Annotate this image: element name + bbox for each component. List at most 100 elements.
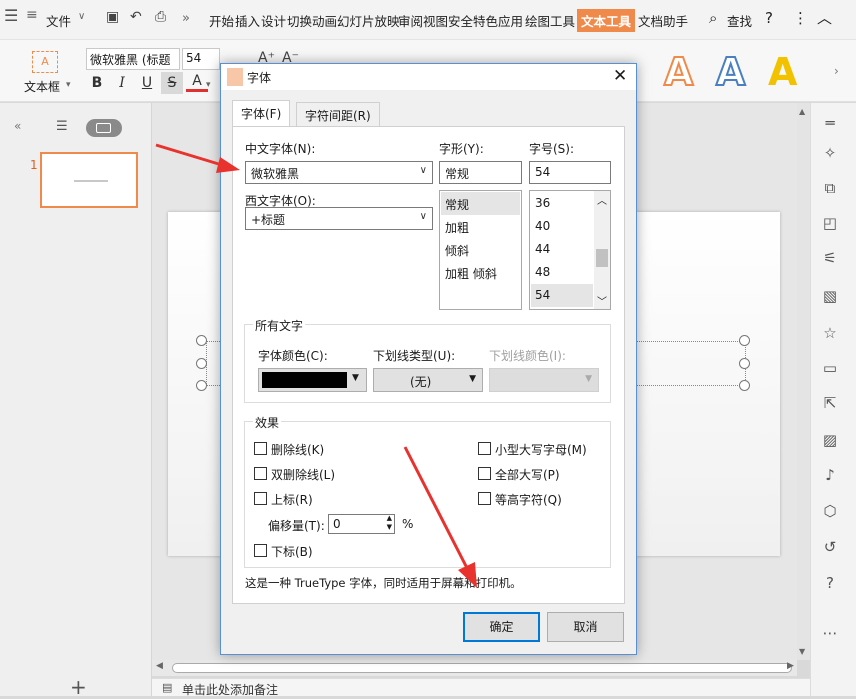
west-font-combo[interactable]: +标题 ∨ (245, 207, 433, 230)
tab-security[interactable]: 安全 (448, 11, 473, 30)
scroll-up-icon[interactable]: ▲ (799, 107, 805, 116)
style-input[interactable]: 常规 (439, 161, 522, 184)
collapse-panel-icon[interactable]: « (14, 119, 21, 133)
equal-height-checkbox[interactable] (478, 492, 491, 505)
scroll-left-icon[interactable]: ◀ (156, 661, 163, 671)
save-icon[interactable]: ▣ (106, 9, 119, 25)
spin-up-icon[interactable]: ▲ (387, 514, 392, 522)
tab-text-tools[interactable]: 文本工具 (577, 9, 636, 32)
bold-icon[interactable]: B (86, 72, 108, 94)
search-label[interactable]: 查找 (727, 11, 752, 30)
size-option[interactable]: 54 (531, 284, 593, 307)
add-slide-icon[interactable]: + (70, 675, 87, 699)
strikethrough-checkbox[interactable] (254, 442, 267, 455)
tab-drawing-tools[interactable]: 绘图工具 (525, 11, 575, 30)
size-option[interactable]: 36 (531, 192, 593, 215)
chevron-down-icon[interactable]: ▾ (66, 80, 71, 90)
menu-icon[interactable]: ☰ (4, 6, 18, 25)
style-option[interactable]: 加粗 (441, 215, 520, 238)
collapse-ribbon-icon[interactable]: ︿ (817, 7, 832, 28)
chevron-down-icon[interactable]: ∨ (78, 11, 85, 22)
close-icon[interactable]: ✕ (613, 66, 627, 86)
size-list[interactable]: 36 40 44 48 54 ︿ ﹀ (529, 190, 611, 310)
tab-view[interactable]: 视图 (423, 11, 448, 30)
horizontal-scrollbar[interactable]: ◀ ▶ (152, 660, 797, 676)
shape-icon[interactable]: ◰ (820, 213, 840, 233)
font-color-picker[interactable]: ▼ (258, 368, 367, 392)
small-caps-checkbox[interactable] (478, 442, 491, 455)
style-option[interactable]: 常规 (441, 192, 520, 215)
subscript-checkbox[interactable] (254, 544, 267, 557)
resize-handle[interactable] (196, 358, 207, 369)
tab-char-spacing[interactable]: 字符间距(R) (296, 102, 380, 126)
size-input[interactable]: 54 (529, 161, 611, 184)
spin-down-icon[interactable]: ▼ (387, 523, 392, 531)
underline-type-combo[interactable]: (无) ▼ (373, 368, 483, 392)
notes-bar[interactable]: ▤ 单击此处添加备注 (152, 678, 810, 697)
slide-thumbnail[interactable] (40, 152, 138, 208)
style-list[interactable]: 常规 加粗 倾斜 加粗 倾斜 (439, 190, 522, 310)
audio-icon[interactable]: ♪ (820, 465, 840, 485)
tab-design[interactable]: 设计 (261, 11, 286, 30)
image-gallery-icon[interactable]: ▧ (820, 286, 840, 306)
resize-handle[interactable] (196, 335, 207, 346)
more-icon[interactable]: » (182, 11, 190, 26)
resize-handle[interactable] (196, 380, 207, 391)
all-caps-checkbox[interactable] (478, 467, 491, 480)
file-menu[interactable]: 文件 (46, 11, 71, 30)
menu-hamburger-icon[interactable]: ≡ (26, 7, 38, 23)
resize-handle[interactable] (739, 358, 750, 369)
font-name-box[interactable]: 微软雅黑 (标题 (86, 48, 180, 70)
wordart-style-1[interactable]: A (663, 49, 694, 95)
tab-home[interactable]: 开始 (209, 11, 234, 30)
scroll-thumb[interactable] (172, 663, 792, 673)
copy-shape-icon[interactable]: ⧉ (820, 178, 840, 198)
resize-handle[interactable] (739, 380, 750, 391)
magic-icon[interactable]: ✧ (820, 143, 840, 163)
scroll-down-icon[interactable]: ▼ (799, 647, 805, 656)
wordart-style-2[interactable]: A (715, 49, 746, 95)
help-icon[interactable]: ? (765, 9, 773, 27)
more-icon[interactable]: ⋯ (820, 623, 840, 643)
chevron-down-icon[interactable]: ▾ (206, 80, 211, 90)
outline-view-icon[interactable]: ☰ (56, 119, 68, 134)
font-color-icon[interactable]: A (186, 72, 208, 92)
cn-font-combo[interactable]: 微软雅黑 ∨ (245, 161, 433, 184)
settings-sliders-icon[interactable]: ⚟ (820, 248, 840, 268)
font-size-box[interactable]: 54 (182, 48, 220, 70)
tab-transition[interactable]: 切换 (287, 11, 312, 30)
vertical-scrollbar[interactable]: ▲ ▼ (797, 103, 810, 660)
dialog-titlebar[interactable]: 字体 ✕ (221, 64, 636, 90)
sidebar-toggle-icon[interactable]: ═ (820, 113, 840, 133)
scroll-thumb[interactable] (596, 249, 608, 267)
archive-icon[interactable]: ▭ (820, 358, 840, 378)
ok-button[interactable]: 确定 (463, 612, 540, 642)
more-options-icon[interactable]: ⋮ (793, 9, 808, 27)
search-icon[interactable]: ⌕ (709, 9, 717, 27)
chevron-right-icon[interactable]: › (834, 64, 839, 78)
scroll-right-icon[interactable]: ▶ (787, 661, 794, 671)
resize-handle[interactable] (739, 335, 750, 346)
picture-icon[interactable]: ▨ (820, 430, 840, 450)
strikethrough-icon[interactable]: S (161, 72, 183, 94)
superscript-checkbox[interactable] (254, 492, 267, 505)
shield-icon[interactable]: ⬡ (820, 501, 840, 521)
size-option[interactable]: 44 (531, 238, 593, 261)
print-icon[interactable]: ⎙ (155, 9, 166, 25)
undo-icon[interactable]: ↶ (130, 9, 142, 25)
tab-font[interactable]: 字体(F) (232, 100, 291, 127)
textbox-icon[interactable]: A (32, 51, 58, 73)
star-icon[interactable]: ☆ (820, 323, 840, 343)
offset-input[interactable]: 0 ▲ ▼ (328, 514, 395, 534)
tab-slideshow[interactable]: 幻灯片放映 (337, 11, 400, 30)
size-list-scrollbar[interactable]: ︿ ﹀ (594, 191, 610, 309)
slide-view-toggle[interactable] (86, 119, 122, 137)
underline-icon[interactable]: U (136, 72, 158, 94)
share-icon[interactable]: ⇱ (820, 393, 840, 413)
scroll-down-icon[interactable]: ﹀ (597, 293, 607, 308)
style-option[interactable]: 加粗 倾斜 (441, 261, 520, 284)
size-option[interactable]: 48 (531, 261, 593, 284)
style-option[interactable]: 倾斜 (441, 238, 520, 261)
italic-icon[interactable]: I (111, 72, 133, 94)
tab-features[interactable]: 特色应用 (473, 11, 523, 30)
